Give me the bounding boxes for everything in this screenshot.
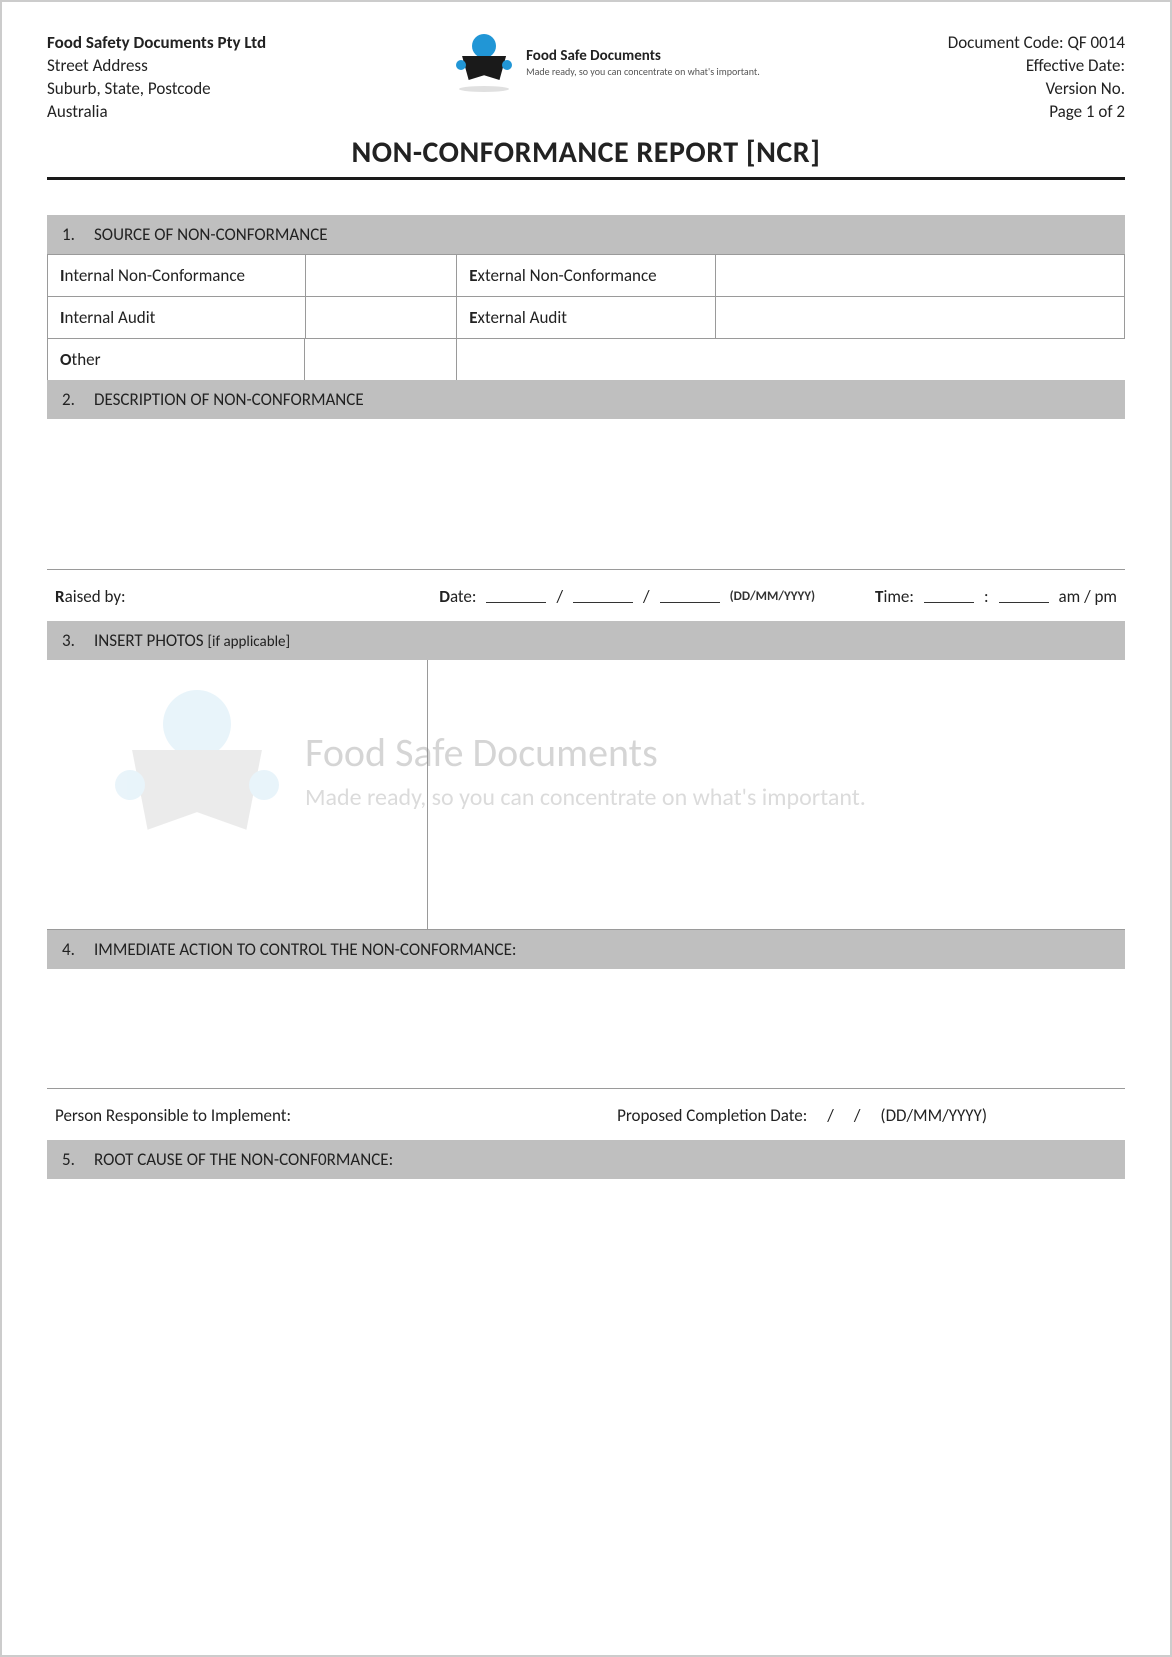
section-1-number: 1. (62, 224, 80, 245)
cell-external-nc-input[interactable] (715, 254, 1124, 296)
cell-other: Other (48, 338, 305, 380)
date-label: Date: (439, 586, 476, 607)
date-slash: / (827, 1105, 834, 1126)
watermark-text: Food Safe Documents Made ready, so you c… (305, 728, 866, 812)
raised-by-label: Raised by: (55, 586, 126, 607)
time-label: Time: (875, 586, 914, 607)
watermark-line2: Made ready, so you can concentrate on wh… (305, 783, 866, 812)
document-title: NON-CONFORMANCE REPORT [NCR] (47, 134, 1125, 171)
cell-internal-audit-input[interactable] (306, 296, 457, 338)
logo-text: Food Safe Documents Made ready, so you c… (526, 47, 760, 78)
date-hint: (DD/MM/YYYY) (730, 589, 815, 604)
cell-internal-nc: Internal Non-Conformance (48, 254, 306, 296)
proposed-date-label: Proposed Completion Date: (617, 1105, 807, 1126)
cell-internal-audit: Internal Audit (48, 296, 306, 338)
watermark-line1: Food Safe Documents (305, 728, 866, 777)
section-4-header: 4. IMMEDIATE ACTION TO CONTROL THE NON-C… (47, 930, 1125, 969)
company-address-block: Food Safety Documents Pty Ltd Street Add… (47, 32, 266, 124)
title-underline (47, 177, 1125, 180)
section-5-title: ROOT CAUSE OF THE NON-CONF0RMANCE: (94, 1149, 393, 1170)
cell-other-input[interactable] (305, 338, 456, 380)
action-meta-row: Person Responsible to Implement: Propose… (47, 1089, 1125, 1140)
section-1-header: 1. SOURCE OF NON-CONFORMANCE (47, 215, 1125, 254)
section-5-number: 5. (62, 1149, 80, 1170)
source-other-row: Other (47, 338, 457, 381)
date-slash: / (556, 586, 563, 607)
table-row: Internal Audit External Audit (48, 296, 1125, 338)
version-no: Version No. (948, 78, 1125, 101)
table-row: Other (48, 338, 457, 380)
photo-insert-area[interactable]: Food Safe Documents Made ready, so you c… (47, 660, 1125, 930)
section-2-title: DESCRIPTION OF NON-CONFORMANCE (94, 389, 364, 410)
watermark-logo-icon (117, 690, 277, 850)
cell-external-audit: External Audit (457, 296, 715, 338)
time-colon: : (984, 586, 989, 607)
page-number: Page 1 of 2 (948, 101, 1125, 124)
source-table: Internal Non-Conformance External Non-Co… (47, 254, 1125, 339)
company-name: Food Safety Documents Pty Ltd (47, 32, 266, 55)
section-3-number: 3. (62, 630, 80, 651)
effective-date: Effective Date: (948, 55, 1125, 78)
address-line-2: Suburb, State, Postcode (47, 78, 266, 101)
section-2-number: 2. (62, 389, 80, 410)
section-3-header: 3. INSERT PHOTOS [if applicable] (47, 621, 1125, 660)
cell-external-audit-input[interactable] (715, 296, 1124, 338)
section-2-header: 2. DESCRIPTION OF NON-CONFORMANCE (47, 380, 1125, 419)
date-year-input[interactable] (660, 589, 720, 603)
document-header: Food Safety Documents Pty Ltd Street Add… (47, 32, 1125, 124)
person-responsible-label: Person Responsible to Implement: (55, 1105, 291, 1126)
section-5-header: 5. ROOT CAUSE OF THE NON-CONF0RMANCE: (47, 1140, 1125, 1179)
company-logo-icon (454, 32, 514, 92)
logo-block: Food Safe Documents Made ready, so you c… (454, 32, 760, 92)
description-meta-row: Raised by: Date: / / (DD/MM/YYYY) Time: … (47, 569, 1125, 621)
cell-external-nc: External Non-Conformance (457, 254, 715, 296)
date-slash: / (854, 1105, 861, 1126)
watermark: Food Safe Documents Made ready, so you c… (117, 690, 1017, 850)
document-meta: Document Code: QF 0014 Effective Date: V… (948, 32, 1125, 124)
logo-title: Food Safe Documents (526, 47, 760, 65)
section-4-number: 4. (62, 939, 80, 960)
page-container: Food Safety Documents Pty Ltd Street Add… (0, 0, 1172, 1657)
date-day-input[interactable] (486, 589, 546, 603)
logo-subtitle: Made ready, so you can concentrate on wh… (526, 65, 760, 78)
description-input-area[interactable] (47, 419, 1125, 569)
doc-code: Document Code: QF 0014 (948, 32, 1125, 55)
table-row: Internal Non-Conformance External Non-Co… (48, 254, 1125, 296)
root-cause-input-area[interactable] (47, 1179, 1125, 1379)
date-month-input[interactable] (573, 589, 633, 603)
ampm-label: am / pm (1059, 586, 1118, 607)
section-3-title: INSERT PHOTOS [if applicable] (94, 630, 290, 651)
address-line-3: Australia (47, 101, 266, 124)
time-min-input[interactable] (999, 589, 1049, 603)
date-slash: / (643, 586, 650, 607)
cell-internal-nc-input[interactable] (306, 254, 457, 296)
proposed-date-hint: (DD/MM/YYYY) (880, 1105, 987, 1126)
address-line-1: Street Address (47, 55, 266, 78)
section-1-title: SOURCE OF NON-CONFORMANCE (94, 224, 328, 245)
action-input-area[interactable] (47, 969, 1125, 1089)
time-hour-input[interactable] (924, 589, 974, 603)
section-4-title: IMMEDIATE ACTION TO CONTROL THE NON-CONF… (94, 939, 516, 960)
